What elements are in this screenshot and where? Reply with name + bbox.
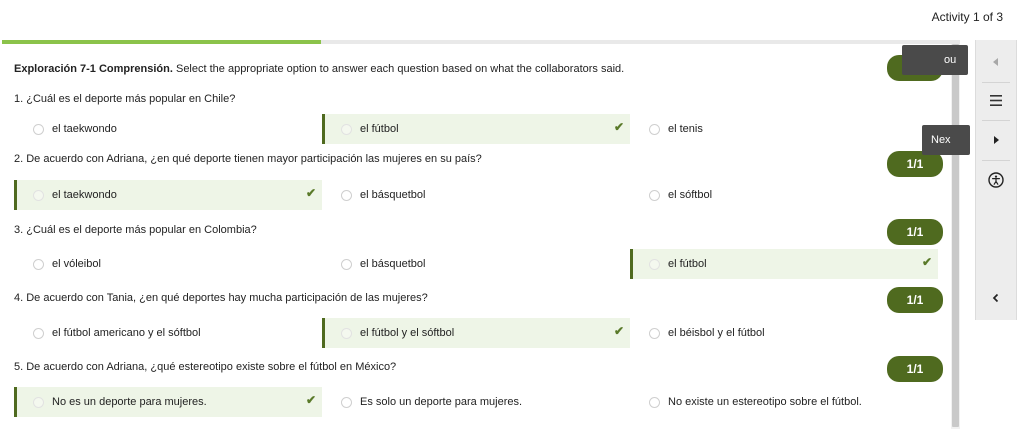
answer-option-label: el fútbol xyxy=(360,123,399,135)
radio-button[interactable] xyxy=(341,189,352,201)
chevron-left-icon xyxy=(992,293,999,303)
answer-option-label: el fútbol americano y el sóftbol xyxy=(52,327,201,339)
answer-option[interactable]: el fútbol ✔ xyxy=(630,249,938,279)
radio-button[interactable] xyxy=(33,258,44,270)
answer-option[interactable]: Es solo un deporte para mujeres. xyxy=(322,387,630,417)
radio-button[interactable] xyxy=(33,123,44,135)
instructions: Exploración 7-1 Comprensión. Select the … xyxy=(14,63,624,75)
answer-option-label: el taekwondo xyxy=(52,123,117,135)
next-tooltip-text: Nex xyxy=(931,134,951,146)
answer-option[interactable]: No es un deporte para mujeres. ✔ xyxy=(14,387,322,417)
previous-tooltip: ou xyxy=(902,45,968,75)
accessibility-button[interactable] xyxy=(976,160,1016,200)
radio-button[interactable] xyxy=(649,123,660,135)
collapse-panel-button[interactable] xyxy=(976,278,1016,318)
radio-button[interactable] xyxy=(341,327,352,339)
answer-option[interactable]: el béisbol y el fútbol xyxy=(630,318,938,348)
answer-option-label: el fútbol y el sóftbol xyxy=(360,327,455,339)
answer-option[interactable]: el taekwondo ✔ xyxy=(14,180,322,210)
answer-option[interactable]: el vóleibol xyxy=(14,249,322,279)
answer-option-label: el fútbol xyxy=(668,258,707,270)
triangle-left-icon xyxy=(993,58,998,66)
question-text: 4. De acuerdo con Tania, ¿en qué deporte… xyxy=(14,292,428,304)
checkmark-icon: ✔ xyxy=(613,324,624,338)
radio-button[interactable] xyxy=(33,189,44,201)
answer-option[interactable]: el sóftbol xyxy=(630,180,938,210)
answer-option-label: Es solo un deporte para mujeres. xyxy=(360,396,523,408)
answer-option-label: el vóleibol xyxy=(52,258,101,270)
radio-button[interactable] xyxy=(341,123,352,135)
radio-button[interactable] xyxy=(33,327,44,339)
side-panel xyxy=(975,40,1017,320)
answer-option[interactable]: el básquetbol xyxy=(322,180,630,210)
question-text: 5. De acuerdo con Adriana, ¿qué estereot… xyxy=(14,361,397,373)
radio-button[interactable] xyxy=(341,396,352,408)
checkmark-icon: ✔ xyxy=(305,186,316,200)
question-text: 2. De acuerdo con Adriana, ¿en qué depor… xyxy=(14,153,482,165)
scrollbar[interactable] xyxy=(951,44,960,429)
answer-option[interactable]: el fútbol ✔ xyxy=(322,114,630,144)
answer-option-label: el taekwondo xyxy=(52,189,117,201)
checkmark-icon: ✔ xyxy=(305,393,316,407)
answer-option-label: el béisbol y el fútbol xyxy=(668,327,765,339)
answer-option[interactable]: el fútbol americano y el sóftbol xyxy=(14,318,322,348)
score-badge: 1/1 xyxy=(887,219,943,245)
answer-option[interactable]: el taekwondo xyxy=(14,114,322,144)
instructions-text: Select the appropriate option to answer … xyxy=(172,63,625,75)
answer-option-label: el tenis xyxy=(668,123,703,135)
previous-tooltip-text: ou xyxy=(944,54,957,66)
triangle-right-icon xyxy=(994,136,999,144)
answer-option-label: No es un deporte para mujeres. xyxy=(52,396,207,408)
menu-button[interactable] xyxy=(976,80,1016,120)
activity-counter: Activity 1 of 3 xyxy=(931,10,1003,24)
answer-option-label: el sóftbol xyxy=(668,189,713,201)
radio-button[interactable] xyxy=(341,258,352,270)
score-badge: 1/1 xyxy=(887,356,943,382)
next-tooltip: Nex xyxy=(922,125,970,155)
activity-content: Exploración 7-1 Comprensión. Select the … xyxy=(0,44,950,433)
score-badge: 1/1 xyxy=(887,287,943,313)
question-text: 3. ¿Cuál es el deporte más popular en Co… xyxy=(14,224,257,236)
accessibility-icon xyxy=(988,172,1004,188)
answer-option[interactable]: No existe un estereotipo sobre el fútbol… xyxy=(630,387,938,417)
scrollbar-thumb[interactable] xyxy=(952,44,959,427)
answer-option-label: el básquetbol xyxy=(360,189,426,201)
answer-option-label: el básquetbol xyxy=(360,258,426,270)
hamburger-menu-icon xyxy=(990,94,1002,106)
answer-option-label: No existe un estereotipo sobre el fútbol… xyxy=(668,396,862,408)
radio-button[interactable] xyxy=(649,327,660,339)
checkmark-icon: ✔ xyxy=(921,255,932,269)
checkmark-icon: ✔ xyxy=(613,120,624,134)
next-button[interactable] xyxy=(976,120,1016,160)
answer-option[interactable]: el fútbol y el sóftbol ✔ xyxy=(322,318,630,348)
radio-button[interactable] xyxy=(33,396,44,408)
radio-button[interactable] xyxy=(649,189,660,201)
instructions-title: Exploración 7-1 Comprensión. xyxy=(14,63,173,75)
radio-button[interactable] xyxy=(649,258,660,270)
answer-option[interactable]: el tenis xyxy=(630,114,938,144)
question-text: 1. ¿Cuál es el deporte más popular en Ch… xyxy=(14,93,236,105)
previous-button[interactable] xyxy=(976,42,1016,82)
radio-button[interactable] xyxy=(649,396,660,408)
answer-option[interactable]: el básquetbol xyxy=(322,249,630,279)
